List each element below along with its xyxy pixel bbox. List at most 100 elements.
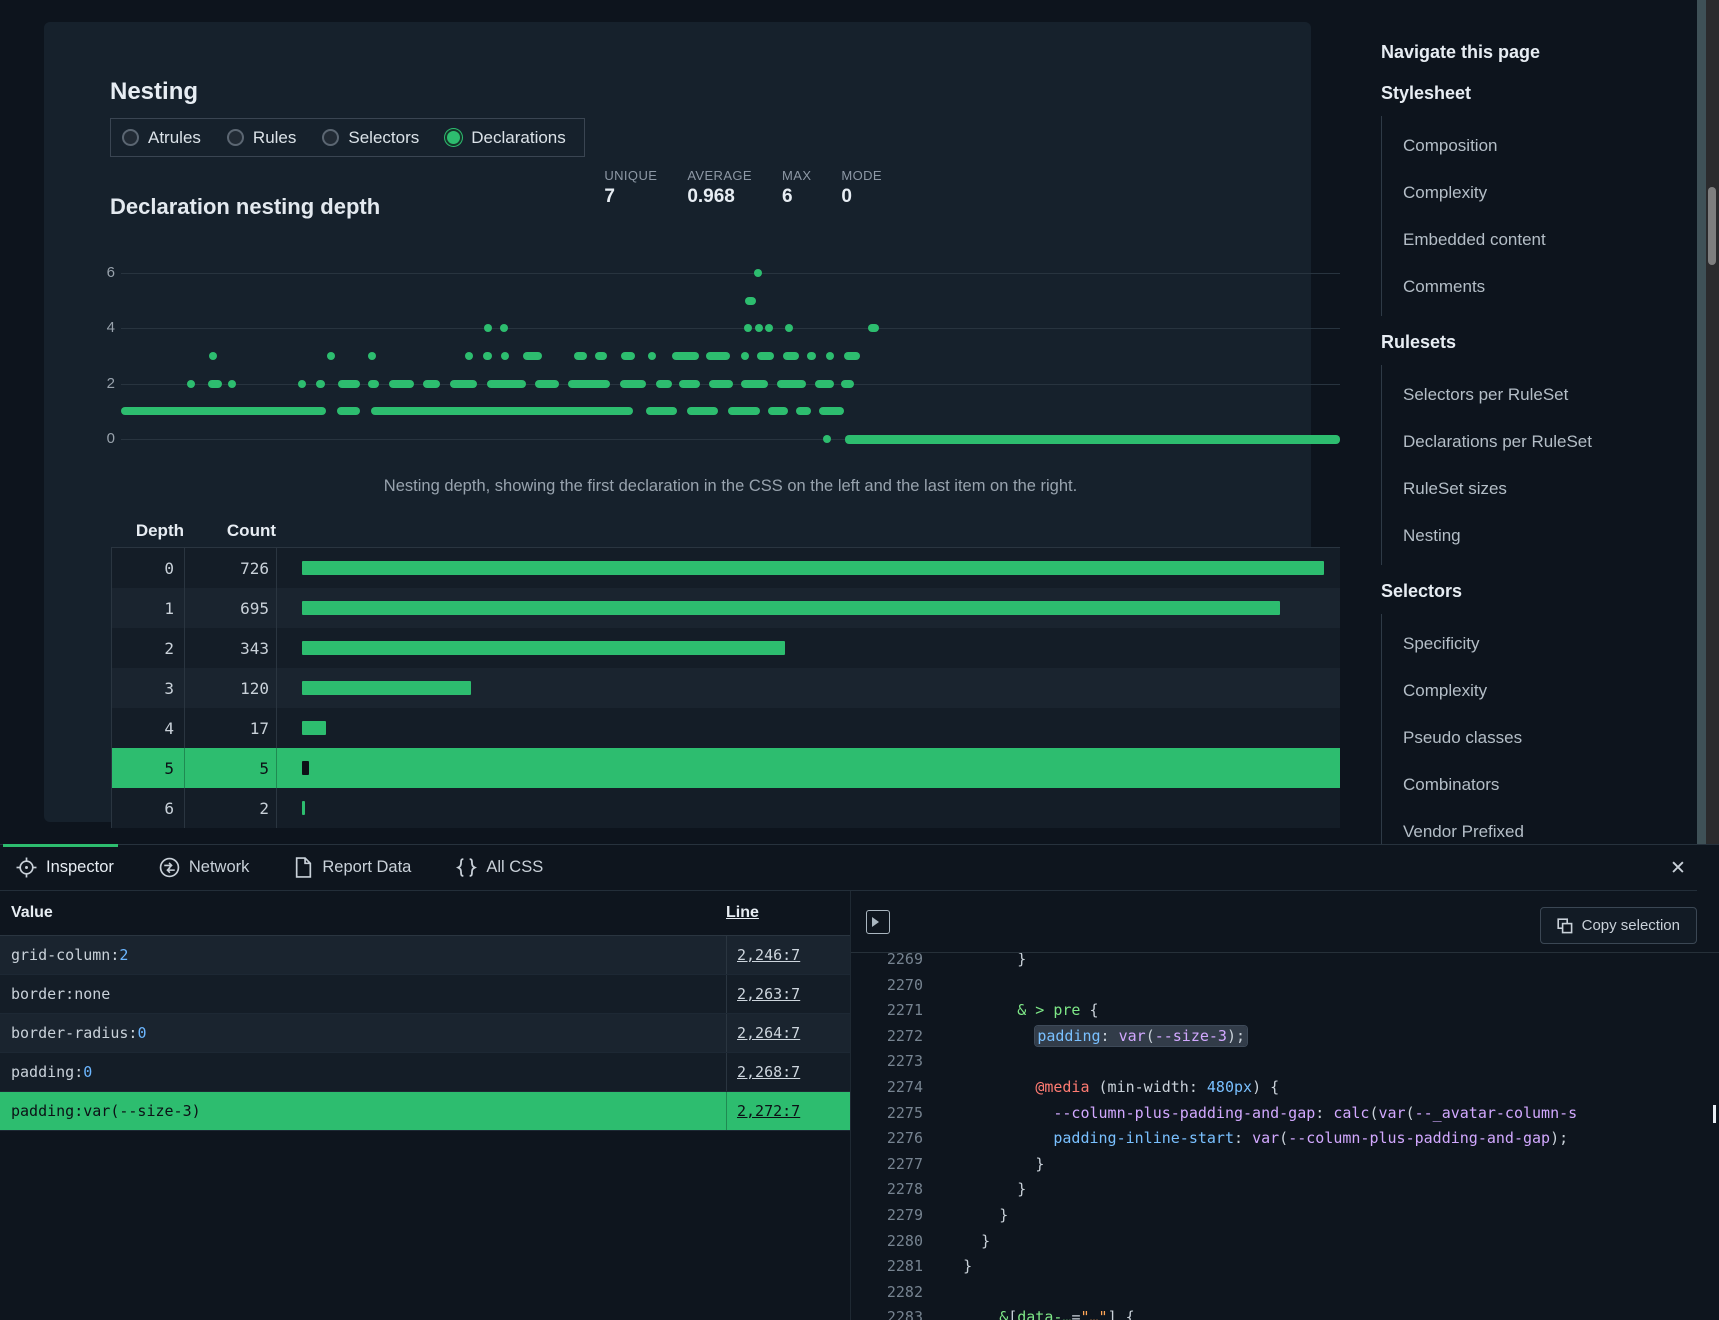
close-icon[interactable]: ✕ bbox=[1662, 852, 1694, 884]
sidebar-item-complexity[interactable]: Complexity bbox=[1403, 169, 1681, 216]
cell-bar bbox=[277, 601, 1340, 615]
scatter-segment-depth-3 bbox=[209, 352, 217, 360]
copy-selection-button[interactable]: Copy selection bbox=[1540, 907, 1697, 944]
table-row-depth-4[interactable]: 417 bbox=[111, 708, 1340, 748]
scatter-segment-depth-3 bbox=[523, 352, 541, 360]
line-link[interactable]: 2,272:7 bbox=[727, 1102, 850, 1120]
count-bar bbox=[302, 681, 471, 695]
tab-all-css[interactable]: All CSS bbox=[456, 845, 543, 890]
code-line-2274: 2274 @media (min-width: 480px) { bbox=[851, 1075, 1719, 1101]
cell-count: 17 bbox=[185, 708, 277, 748]
scatter-segment-depth-1 bbox=[121, 407, 326, 415]
line-link[interactable]: 2,268:7 bbox=[727, 1063, 850, 1081]
sidebar-item-specificity[interactable]: Specificity bbox=[1403, 620, 1681, 667]
table-row-depth-3[interactable]: 3120 bbox=[111, 668, 1340, 708]
radio-option-selectors[interactable]: Selectors bbox=[322, 128, 419, 148]
scatter-segment-depth-2 bbox=[841, 380, 853, 388]
radio-option-rules[interactable]: Rules bbox=[227, 128, 296, 148]
inspector-row[interactable]: padding: var(--size-3)2,272:7 bbox=[0, 1092, 850, 1131]
scatter-segment-depth-1 bbox=[687, 407, 719, 415]
line-link[interactable]: 2,264:7 bbox=[727, 1024, 850, 1042]
scatter-segment-depth-3 bbox=[706, 352, 730, 360]
scatter-segment-depth-3 bbox=[621, 352, 636, 360]
scatter-segment-depth-2 bbox=[368, 380, 379, 388]
scatter-segment-depth-2 bbox=[228, 380, 236, 388]
scrollbar-thumb[interactable] bbox=[1708, 187, 1716, 265]
inspector-row[interactable]: border-radius: 02,264:7 bbox=[0, 1014, 850, 1053]
table-row-depth-5[interactable]: 55 bbox=[111, 748, 1340, 788]
sidebar-item-comments[interactable]: Comments bbox=[1403, 263, 1681, 310]
scatter-segment-depth-3 bbox=[368, 352, 376, 360]
scatter-segment-depth-4 bbox=[744, 324, 752, 332]
radio-icon bbox=[445, 129, 462, 146]
tab-label: Inspector bbox=[46, 858, 114, 877]
scatter-segment-depth-2 bbox=[777, 380, 806, 388]
chart-caption: Nesting depth, showing the first declara… bbox=[121, 477, 1340, 496]
table-row-depth-1[interactable]: 1695 bbox=[111, 588, 1340, 628]
inspector-value-table: Value Line grid-column: 22,246:7border: … bbox=[0, 891, 850, 1131]
column-header-count: Count bbox=[194, 521, 284, 541]
panel-toggle-icon[interactable] bbox=[866, 910, 890, 934]
code-line-2273: 2273 bbox=[851, 1049, 1719, 1075]
sidebar-item-complexity[interactable]: Complexity bbox=[1403, 667, 1681, 714]
scatter-segment-depth-2 bbox=[316, 380, 325, 388]
tab-inspector[interactable]: Inspector bbox=[16, 845, 114, 890]
text-cursor bbox=[1713, 1105, 1716, 1123]
table-row-depth-2[interactable]: 2343 bbox=[111, 628, 1340, 668]
code-line-2280: 2280 } bbox=[851, 1229, 1719, 1255]
line-link[interactable]: 2,263:7 bbox=[727, 985, 850, 1003]
scatter-segment-depth-1 bbox=[768, 407, 788, 415]
nesting-depth-scatter-chart: 6420 bbox=[121, 262, 1340, 454]
scatter-segment-depth-3 bbox=[672, 352, 699, 360]
cell-count: 2 bbox=[185, 788, 277, 828]
table-row-depth-6[interactable]: 62 bbox=[111, 788, 1340, 828]
sidebar-item-selectors-per-ruleset[interactable]: Selectors per RuleSet bbox=[1403, 371, 1681, 418]
declaration-value: border-radius: 0 bbox=[0, 1014, 727, 1052]
depth-count-table: Depth Count 07261695234331204175562 bbox=[111, 514, 1340, 828]
column-header-line[interactable]: Line bbox=[726, 904, 850, 922]
inspector-header-row: Value Line bbox=[0, 891, 850, 936]
scatter-segment-depth-3 bbox=[483, 352, 492, 360]
tab-report-data[interactable]: Report Data bbox=[294, 845, 411, 890]
scatter-segment-depth-2 bbox=[187, 380, 196, 388]
code-line-2283: 2283 &[data-…="…"] { bbox=[851, 1305, 1719, 1320]
code-line-2270: 2270 bbox=[851, 973, 1719, 999]
scatter-segment-depth-2 bbox=[338, 380, 360, 388]
stat-value: 7 bbox=[604, 186, 657, 208]
inspector-row[interactable]: padding: 02,268:7 bbox=[0, 1053, 850, 1092]
line-number: 2270 bbox=[851, 973, 945, 999]
cell-bar bbox=[277, 761, 1340, 775]
inspector-row[interactable]: border: none2,263:7 bbox=[0, 975, 850, 1014]
line-number: 2278 bbox=[851, 1177, 945, 1203]
sidebar-item-ruleset-sizes[interactable]: RuleSet sizes bbox=[1403, 465, 1681, 512]
count-bar bbox=[302, 761, 309, 775]
sidebar-list: SpecificityComplexityPseudo classesCombi… bbox=[1381, 614, 1681, 861]
scatter-segment-depth-3 bbox=[501, 352, 509, 360]
line-number: 2280 bbox=[851, 1229, 945, 1255]
tab-label: Network bbox=[189, 858, 250, 877]
sidebar-item-pseudo-classes[interactable]: Pseudo classes bbox=[1403, 714, 1681, 761]
sidebar-item-declarations-per-ruleset[interactable]: Declarations per RuleSet bbox=[1403, 418, 1681, 465]
code-content: padding-inline-start: var(--column-plus-… bbox=[945, 1129, 1568, 1147]
radio-option-declarations[interactable]: Declarations bbox=[445, 128, 566, 148]
table-header-row: Depth Count bbox=[111, 514, 1340, 548]
scatter-segment-depth-0 bbox=[845, 435, 1340, 444]
inspector-body: grid-column: 22,246:7border: none2,263:7… bbox=[0, 936, 850, 1131]
chart-gridline bbox=[121, 328, 1340, 329]
panel-tab-bar: Inspector Network Report Data All CSS bbox=[0, 845, 1697, 891]
radio-option-atrules[interactable]: Atrules bbox=[122, 128, 201, 148]
inspector-row[interactable]: grid-column: 22,246:7 bbox=[0, 936, 850, 975]
sidebar-item-combinators[interactable]: Combinators bbox=[1403, 761, 1681, 808]
line-link[interactable]: 2,246:7 bbox=[727, 946, 850, 964]
code-line-2279: 2279 } bbox=[851, 1203, 1719, 1229]
sidebar-item-embedded-content[interactable]: Embedded content bbox=[1403, 216, 1681, 263]
scatter-segment-depth-2 bbox=[568, 380, 609, 388]
table-body: 07261695234331204175562 bbox=[111, 548, 1340, 828]
sidebar-item-composition[interactable]: Composition bbox=[1403, 122, 1681, 169]
stat-average: AVERAGE 0.968 bbox=[687, 168, 752, 208]
scatter-segment-depth-2 bbox=[298, 380, 307, 388]
table-row-depth-0[interactable]: 0726 bbox=[111, 548, 1340, 588]
tab-network[interactable]: Network bbox=[159, 845, 250, 890]
declaration-value: border: none bbox=[0, 975, 727, 1013]
sidebar-item-nesting[interactable]: Nesting bbox=[1403, 512, 1681, 559]
